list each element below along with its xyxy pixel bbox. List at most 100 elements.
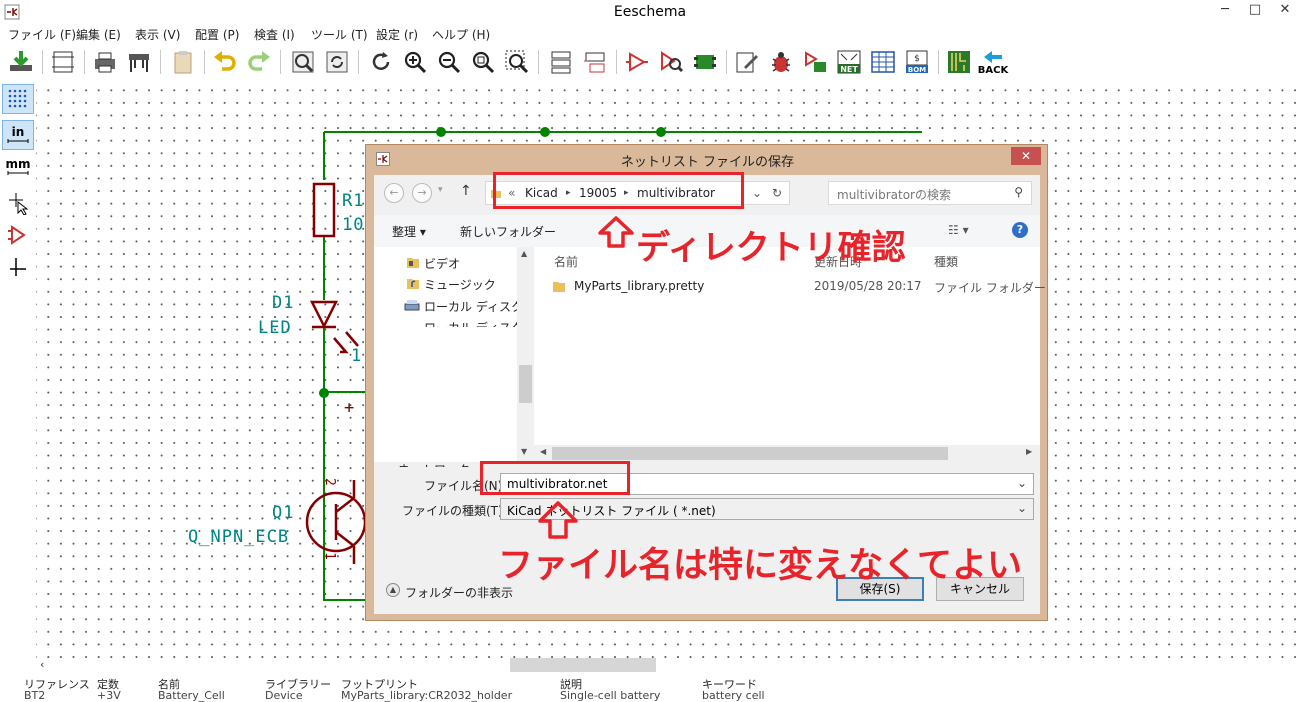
view-options-icon[interactable]: ☷ ▾ [948,223,969,237]
redo-icon [248,51,270,71]
menu-help[interactable]: ヘルプ (H) [432,26,490,43]
redo-button[interactable] [244,47,274,77]
menu-settings[interactable]: 設定 (r) [376,26,418,43]
find-button[interactable] [288,47,318,77]
units-inch-button[interactable]: in [2,120,34,150]
page-settings-button[interactable] [48,47,78,77]
zoom-fit-button[interactable] [468,47,498,77]
library-browser-icon [661,51,684,73]
zoom-out-button[interactable] [434,47,464,77]
menu-edit[interactable]: 編集 (E) [76,26,121,43]
pcb-icon [948,51,970,73]
maximize-button[interactable]: □ [1244,2,1266,22]
library-editor-button[interactable] [622,47,652,77]
file-list-scroll-thumb[interactable] [552,447,948,460]
scroll-left-icon[interactable]: ‹ [40,658,44,671]
print-button[interactable] [90,47,120,77]
minimize-button[interactable]: ─ [1214,2,1236,22]
r1-value: 10 [342,215,364,235]
nav-scrollbar[interactable]: ▲ ▼ [517,247,534,462]
organize-menu[interactable]: 整理 ▾ [392,223,426,240]
menu-place[interactable]: 配置 (P) [195,26,239,43]
erc-button[interactable] [766,47,796,77]
scroll-right-icon[interactable]: ▶ [1026,447,1032,456]
leave-sheet-button[interactable] [580,47,610,77]
back-button[interactable]: ← [384,183,404,203]
symbol-editor-icon [626,52,648,72]
local-disk-icon [404,300,420,311]
directory-highlight-box [493,172,744,209]
plot-button[interactable] [124,47,154,77]
dialog-close-button[interactable]: ✕ [1011,147,1041,165]
hierarchy-icon [551,51,571,74]
grid-toggle-button[interactable] [2,84,34,114]
back-annotate-button[interactable]: BACK [978,47,1008,77]
search-input[interactable]: multivibratorの検索 ⚲ [828,181,1032,205]
address-dropdown-icon[interactable]: ⌄ [752,186,762,200]
file-list-hscrollbar[interactable]: ◀ ▶ [534,445,1040,462]
nav-item-network[interactable]: ネットワーク [398,461,470,467]
ruler-mm-icon [7,171,29,175]
file-list: 名前 更新日時 種類 MyParts_library.pretty 2019/0… [534,247,1046,462]
assign-footprints-button[interactable] [800,47,830,77]
file-row[interactable]: MyParts_library.pretty 2019/05/28 20:17 … [534,277,1046,297]
forward-button[interactable]: → [412,183,432,203]
filename-dropdown-icon[interactable]: ⌄ [1017,476,1027,490]
assign-footprint-icon [805,51,826,72]
scroll-down-icon[interactable]: ▼ [521,447,527,456]
filetype-dropdown-icon[interactable]: ⌄ [1017,501,1027,515]
library-browser-button[interactable] [656,47,686,77]
units-mm-button[interactable]: mm [2,152,34,182]
recent-locations-chevron-icon[interactable]: ▾ [438,185,443,195]
menu-inspect[interactable]: 検査 (I) [254,26,295,43]
menu-tools[interactable]: ツール (T) [311,26,368,43]
filetype-select[interactable]: KiCad ネットリスト ファイル ( *.net) ⌄ [500,498,1034,520]
d1-symbol [309,300,359,354]
refresh-icon[interactable]: ↻ [772,186,782,200]
bom-button[interactable]: $ BOM [902,47,932,77]
folder-icon [553,282,565,292]
menu-bar: ファイル (F) 編集 (E) 表示 (V) 配置 (P) 検査 (I) ツール… [0,24,1300,44]
r1-body [312,182,336,238]
wire-angle-button[interactable] [2,252,34,282]
canvas-hscrollbar[interactable]: ‹ [36,658,1300,674]
scroll-up-icon[interactable]: ▲ [521,249,527,258]
zoom-in-button[interactable] [400,47,430,77]
battery-plus-label: + [344,398,355,418]
redraw-button[interactable] [366,47,396,77]
paste-button[interactable] [168,47,198,77]
nav-item-music[interactable]: ミュージック [424,276,496,293]
canvas-scroll-thumb[interactable] [510,658,656,672]
help-icon[interactable]: ? [1012,222,1028,238]
column-name[interactable]: 名前 [554,253,578,270]
music-folder-icon [407,279,419,289]
zoom-selection-button[interactable] [502,47,532,77]
scroll-left-icon[interactable]: ◀ [540,447,546,456]
collapse-chevron-icon[interactable]: ▲ [386,583,400,597]
footprint-editor-button[interactable] [690,47,720,77]
hierarchy-navigator-button[interactable] [546,47,576,77]
hidden-pins-button[interactable] [2,220,34,250]
filetype-label: ファイルの種類(T): [402,504,507,518]
find-replace-button[interactable] [322,47,352,77]
close-window-button[interactable]: ✕ [1274,2,1296,22]
undo-button[interactable] [210,47,240,77]
column-type[interactable]: 種類 [934,253,958,270]
field-editor-button[interactable] [868,47,898,77]
bom-label: BOM [908,66,926,74]
new-folder-button[interactable]: 新しいフォルダー [460,223,556,240]
hide-folders-link[interactable]: フォルダーの非表示 [405,584,513,601]
menu-view[interactable]: 表示 (V) [135,26,180,43]
generate-netlist-button[interactable]: NET [834,47,864,77]
up-button[interactable]: ↑ [460,183,472,199]
cursor-shape-button[interactable] [2,188,34,218]
svg-text:$: $ [914,54,920,64]
status-bar: リファレンス 定数 名前 ライブラリー フットプリント 説明 キーワード BT2… [0,674,1300,702]
save-project-button[interactable] [6,47,36,77]
nav-scroll-thumb[interactable] [519,365,532,403]
nav-item-video[interactable]: ビデオ [424,255,460,272]
undo-icon [214,51,236,71]
pcbnew-button[interactable] [944,47,974,77]
annotate-button[interactable] [732,47,762,77]
menu-file[interactable]: ファイル (F) [8,26,76,43]
